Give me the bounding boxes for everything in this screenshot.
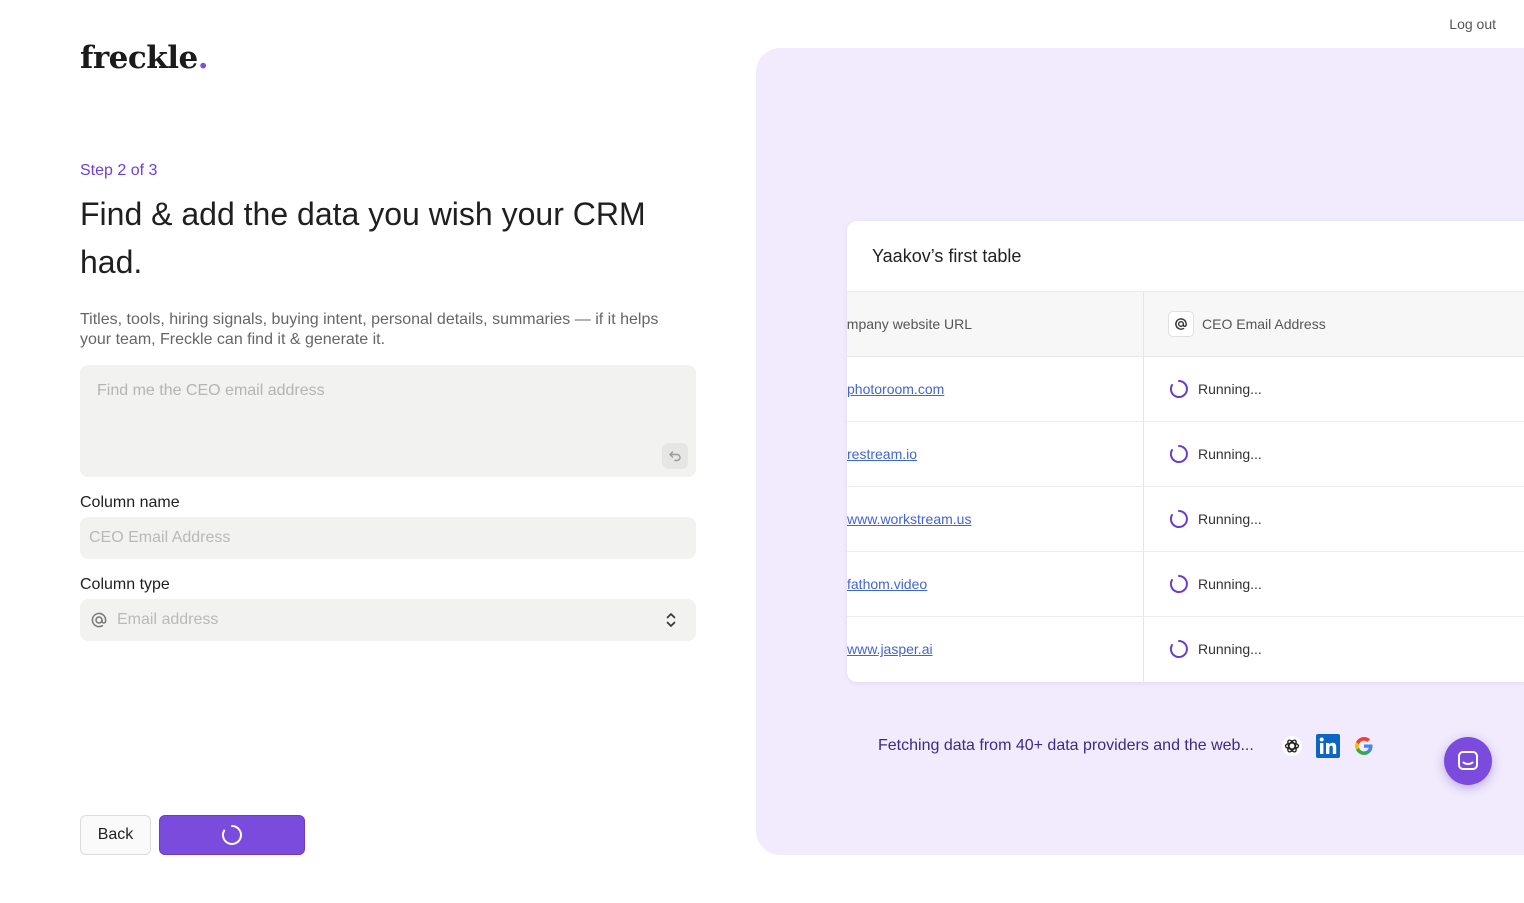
freckle-logo: freckle. (80, 40, 209, 76)
table-row: photoroom.com Running... (847, 357, 1524, 422)
column-name-input[interactable] (80, 517, 696, 559)
loading-spinner-icon (222, 825, 242, 845)
page-title: Find & add the data you wish your CRM ha… (80, 196, 646, 280)
loading-spinner-icon (1169, 380, 1188, 398)
status-cell: Running... (1169, 617, 1262, 681)
company-url-link[interactable]: www.jasper.ai (847, 617, 933, 681)
at-icon (90, 611, 108, 629)
fetching-text: Fetching data from 40+ data providers an… (878, 737, 1254, 754)
google-icon (1352, 734, 1376, 758)
table-row: fathom.video Running... (847, 552, 1524, 617)
chat-launcher-button[interactable] (1444, 737, 1492, 785)
company-url-link[interactable]: www.workstream.us (847, 487, 971, 551)
preview-table-card: Yaakov’s first table ompany website URL … (847, 221, 1524, 682)
table-title: Yaakov’s first table (872, 246, 1022, 266)
loading-spinner-icon (1169, 640, 1188, 658)
column-name-label: Column name (80, 494, 180, 511)
company-url-link[interactable]: photoroom.com (847, 357, 944, 421)
chevron-up-down-icon (664, 611, 678, 629)
page-description: Titles, tools, hiring signals, buying in… (80, 311, 659, 348)
back-button[interactable]: Back (80, 815, 151, 855)
column-type-select[interactable]: Email address (80, 599, 696, 641)
status-cell: Running... (1169, 552, 1262, 616)
prompt-input[interactable] (80, 365, 696, 477)
openai-icon (1280, 734, 1304, 758)
company-url-link[interactable]: fathom.video (847, 552, 927, 616)
status-cell: Running... (1169, 487, 1262, 551)
column-name-field (80, 517, 696, 559)
fetching-status: Fetching data from 40+ data providers an… (878, 734, 1376, 758)
undo-button[interactable] (662, 443, 688, 469)
table-row: restream.io Running... (847, 422, 1524, 487)
column-header-email: CEO Email Address (1168, 292, 1326, 356)
status-cell: Running... (1169, 422, 1262, 486)
column-type-value: Email address (117, 611, 219, 628)
undo-icon (669, 451, 681, 462)
table-row: www.jasper.ai Running... (847, 617, 1524, 682)
next-button[interactable] (159, 815, 305, 855)
onboarding-page: freckle. Log out Step 2 of 3 Find & add … (0, 0, 1524, 903)
linkedin-icon (1315, 734, 1340, 758)
at-icon (1168, 311, 1194, 337)
preview-panel: Yaakov’s first table ompany website URL … (756, 48, 1524, 855)
chat-icon (1458, 751, 1478, 770)
company-url-link[interactable]: restream.io (847, 422, 917, 486)
prompt-box (80, 365, 696, 477)
status-cell: Running... (1169, 357, 1262, 421)
column-type-label: Column type (80, 576, 170, 593)
step-indicator: Step 2 of 3 (80, 162, 158, 179)
loading-spinner-icon (1169, 510, 1188, 528)
logout-link[interactable]: Log out (1449, 16, 1496, 32)
table-row: www.workstream.us Running... (847, 487, 1524, 552)
loading-spinner-icon (1169, 445, 1188, 463)
table-header: ompany website URL CEO Email Address (847, 291, 1524, 357)
loading-spinner-icon (1169, 575, 1188, 593)
column-header-url: ompany website URL (847, 316, 973, 332)
